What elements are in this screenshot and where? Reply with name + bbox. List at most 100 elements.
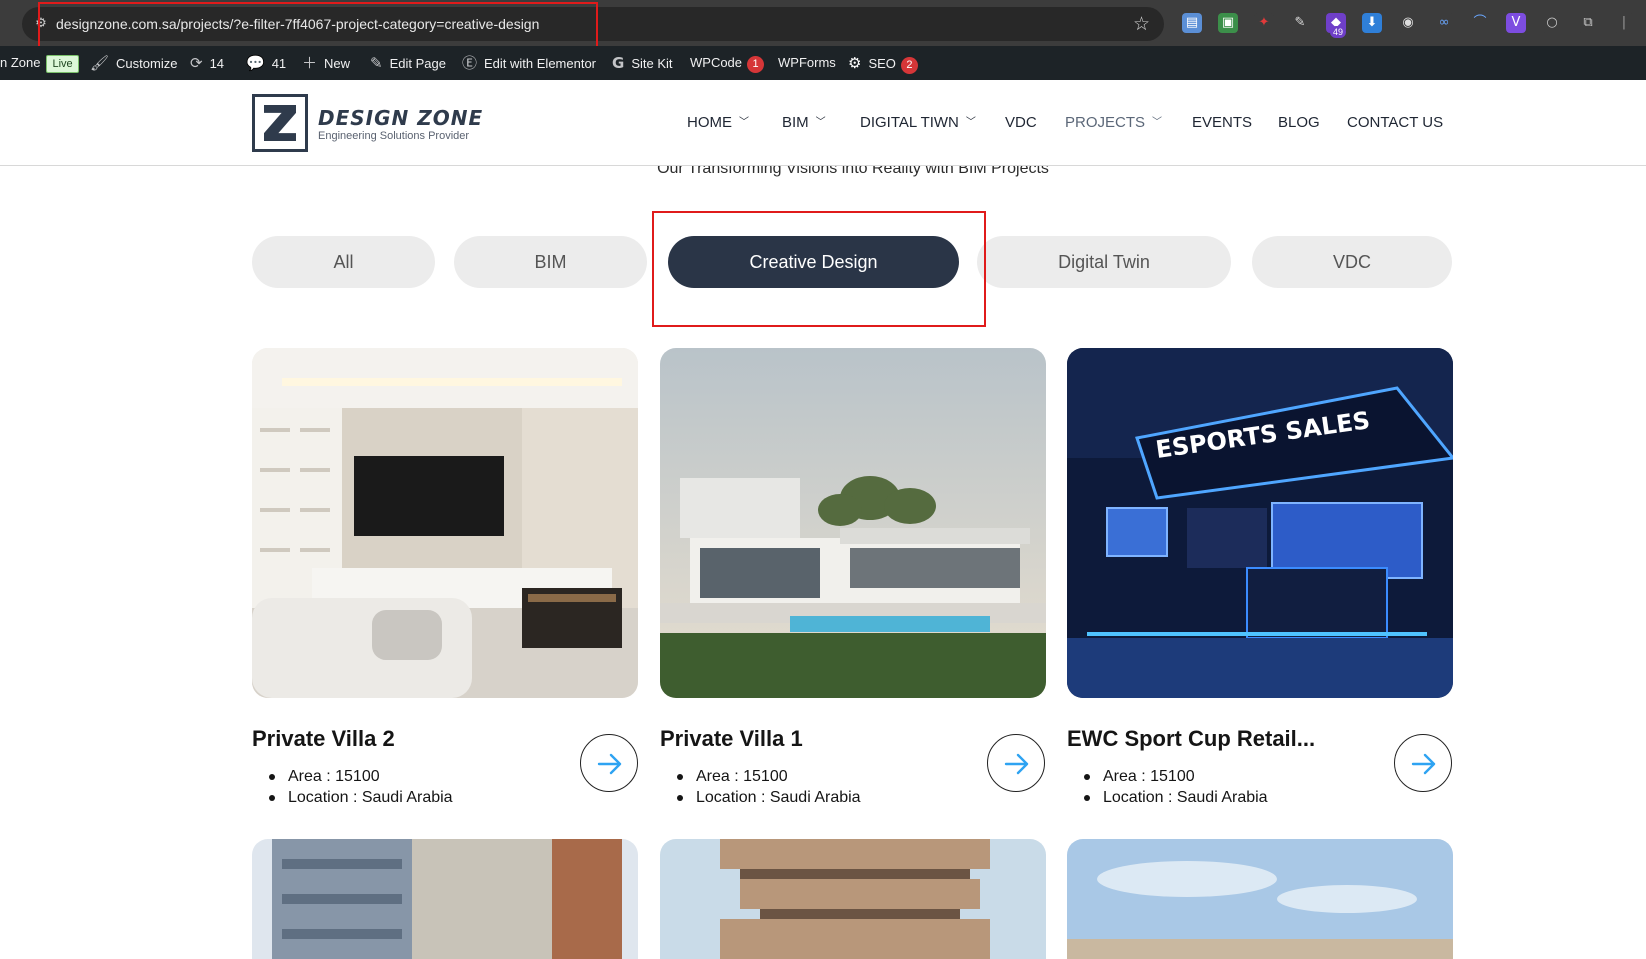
camera-extension-icon[interactable]: ◉ xyxy=(1398,13,1418,33)
edit-elementor-label: Edit with Elementor xyxy=(484,56,597,71)
pin-extension-icon[interactable]: ✦ xyxy=(1254,13,1274,33)
nav-projects-label: PROJECTS xyxy=(1065,114,1146,131)
project-details: Area : 15100 Location : Saudi Arabia xyxy=(660,766,861,808)
filter-all[interactable]: All xyxy=(252,236,435,288)
comments-count: 41 xyxy=(271,56,287,71)
admin-seo[interactable]: ⚙ SEO 2 xyxy=(848,46,918,80)
url-highlight-box xyxy=(38,2,598,50)
chevron-down-icon: ﹀ xyxy=(965,117,976,128)
arc-extension-icon[interactable]: ⌒ xyxy=(1470,13,1490,33)
arrow-right-icon xyxy=(597,753,622,775)
nav-digital-twin[interactable]: DIGITAL TIWN ﹀ xyxy=(860,114,976,131)
print-extension-icon[interactable]: ▣ xyxy=(1218,13,1238,33)
nav-vdc-label: VDC xyxy=(1005,114,1037,131)
logo-mark[interactable] xyxy=(252,94,308,152)
project-details: Area : 15100 Location : Saudi Arabia xyxy=(252,766,453,808)
nav-blog[interactable]: BLOG xyxy=(1278,114,1320,131)
wpcode-label: WPCode xyxy=(690,55,743,70)
plus-icon: ＋ xyxy=(302,54,318,72)
interior-illustration xyxy=(252,348,638,698)
color-picker-extension-icon[interactable]: ✎ xyxy=(1290,13,1310,33)
project-open-button[interactable] xyxy=(580,734,638,792)
download-extension-icon[interactable]: ⬇ xyxy=(1362,13,1382,33)
nav-bim[interactable]: BIM ﹀ xyxy=(782,114,826,131)
nav-projects[interactable]: PROJECTS ﹀ xyxy=(1065,114,1162,131)
admin-site-name[interactable]: n Zone Live xyxy=(0,46,79,80)
updates-icon: ⟳ xyxy=(190,54,203,72)
admin-updates[interactable]: ⟳ 14 xyxy=(190,46,224,80)
project-open-button[interactable] xyxy=(987,734,1045,792)
logo-tagline: Engineering Solutions Provider xyxy=(318,130,470,142)
admin-wpcode[interactable]: WPCode 1 xyxy=(690,46,765,80)
admin-edit-elementor[interactable]: Ⓔ Edit with Elementor xyxy=(462,46,596,80)
project-image-private-villa-1[interactable] xyxy=(660,348,1046,698)
admin-customize[interactable]: 🖌 Customize xyxy=(90,46,177,80)
filter-highlight-box xyxy=(652,211,986,327)
seo-badge: 2 xyxy=(900,57,918,74)
project-location: Location : Saudi Arabia xyxy=(252,787,453,808)
nav-contact[interactable]: CONTACT US xyxy=(1347,114,1443,131)
wpcode-badge: 1 xyxy=(747,56,765,73)
project-image[interactable] xyxy=(1067,839,1453,959)
project-area: Area : 15100 xyxy=(252,766,453,787)
admin-site-kit[interactable]: G Site Kit xyxy=(612,46,673,80)
wp-admin-bar: n Zone Live 🖌 Customize ⟳ 14 💬 41 ＋ New ✎ Edit… xyxy=(0,46,1646,80)
nav-contact-label: CONTACT US xyxy=(1347,114,1444,131)
filter-digital-twin[interactable]: Digital Twin xyxy=(977,236,1231,288)
nav-home[interactable]: HOME ﹀ xyxy=(687,114,749,131)
edit-page-label: Edit Page xyxy=(389,56,446,71)
project-details: Area : 15100 Location : Saudi Arabia xyxy=(1067,766,1268,808)
tower-illustration xyxy=(660,839,1046,959)
nav-blog-label: BLOG xyxy=(1278,114,1320,131)
puzzle-extensions-icon[interactable]: ⧉ xyxy=(1578,13,1598,33)
link-extension-icon[interactable]: ∞ xyxy=(1434,13,1454,33)
chevron-down-icon: ﹀ xyxy=(1152,117,1163,128)
docs-extension-icon[interactable]: ▤ xyxy=(1182,13,1202,33)
project-image[interactable] xyxy=(252,839,638,959)
extension-badge: 49 xyxy=(1330,26,1347,38)
esports-booth-illustration: ESPORTS SALES xyxy=(1067,348,1453,698)
chevron-down-icon: ﹀ xyxy=(739,117,749,128)
admin-new[interactable]: ＋ New xyxy=(302,46,350,80)
customize-label: Customize xyxy=(116,56,178,71)
project-open-button[interactable] xyxy=(1394,734,1452,792)
admin-site-name-label: n Zone xyxy=(0,55,41,70)
project-image-ewc-sport-cup[interactable]: ESPORTS SALES xyxy=(1067,348,1453,698)
toolbar-divider: | xyxy=(1614,13,1634,33)
admin-comments[interactable]: 💬 41 xyxy=(246,46,286,80)
nav-vdc[interactable]: VDC xyxy=(1005,114,1037,131)
project-image-private-villa-2[interactable] xyxy=(252,348,638,698)
project-location: Location : Saudi Arabia xyxy=(1067,787,1268,808)
building-illustration xyxy=(252,839,638,959)
bookmark-star-icon[interactable]: ☆ xyxy=(1133,13,1150,35)
villa-illustration xyxy=(660,348,1046,698)
comment-icon: 💬 xyxy=(246,54,265,72)
seo-gear-icon: ⚙ xyxy=(848,54,862,72)
logo-z-icon xyxy=(264,105,296,141)
wpforms-label: WPForms xyxy=(778,55,836,70)
header-divider xyxy=(0,165,1646,166)
pencil-icon: ✎ xyxy=(370,54,383,72)
nav-home-label: HOME xyxy=(687,114,732,131)
updates-count: 14 xyxy=(209,56,225,71)
logo-title[interactable]: DESIGN ZONE xyxy=(318,106,483,130)
live-badge: Live xyxy=(46,55,79,73)
brush-icon: 🖌 xyxy=(90,54,110,72)
project-area: Area : 15100 xyxy=(660,766,861,787)
project-title[interactable]: EWC Sport Cup Retail... xyxy=(1067,726,1315,752)
admin-edit-page[interactable]: ✎ Edit Page xyxy=(370,46,446,80)
arrow-right-icon xyxy=(1411,753,1436,775)
nav-bim-label: BIM xyxy=(782,114,809,131)
sky-building-illustration xyxy=(1067,839,1453,959)
admin-wpforms[interactable]: WPForms xyxy=(778,46,836,80)
seo-label: SEO xyxy=(868,56,896,71)
project-title[interactable]: Private Villa 2 xyxy=(252,726,395,752)
nav-events[interactable]: EVENTS xyxy=(1192,114,1252,131)
filter-bim[interactable]: BIM xyxy=(454,236,647,288)
circle-extension-icon[interactable]: ○ xyxy=(1542,13,1562,33)
filter-vdc[interactable]: VDC xyxy=(1252,236,1452,288)
project-image[interactable] xyxy=(660,839,1046,959)
chevron-down-icon: ﹀ xyxy=(815,117,826,128)
v-extension-icon[interactable]: V xyxy=(1506,13,1526,33)
project-title[interactable]: Private Villa 1 xyxy=(660,726,803,752)
